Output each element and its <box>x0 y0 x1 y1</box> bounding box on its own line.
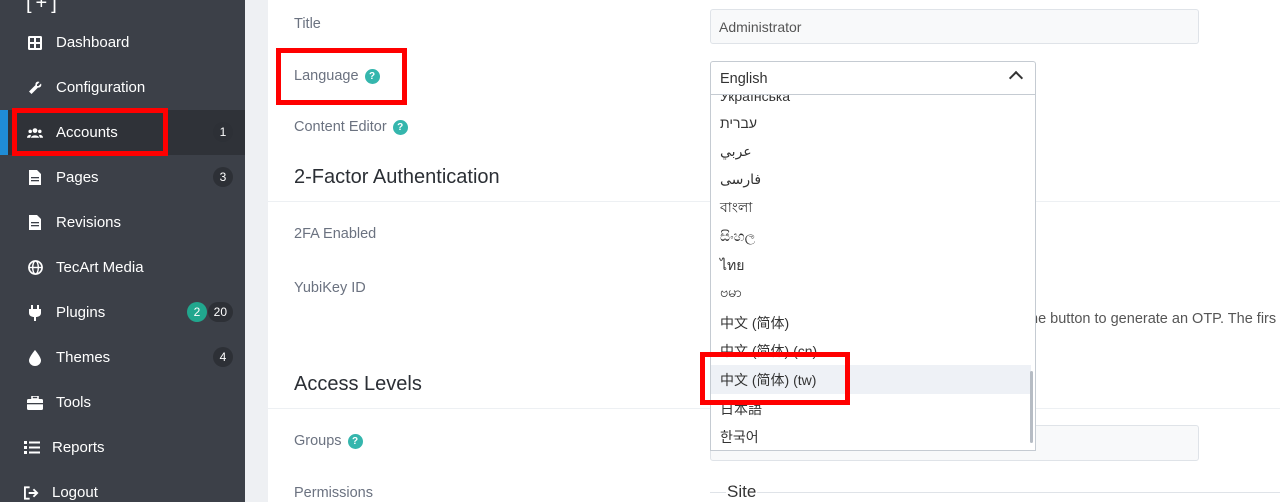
access-levels-section-title: Access Levels <box>294 373 422 395</box>
language-option[interactable]: 中文 (简体) <box>711 308 1031 337</box>
sidebar: [+] Dashboard Configuration Accounts 1 P… <box>0 0 245 502</box>
sidebar-item-revisions[interactable]: Revisions <box>0 200 245 245</box>
sidebar-item-label: Plugins <box>56 304 106 321</box>
annotation-chinese-tw <box>700 352 850 405</box>
language-option[interactable]: عربي <box>711 137 1031 166</box>
language-option[interactable]: فارسی <box>711 165 1031 194</box>
language-option[interactable]: 한국어 <box>711 422 1031 450</box>
page-icon <box>27 170 43 186</box>
sidebar-item-label: Reports <box>52 439 105 456</box>
sidebar-top-glyph[interactable]: [+] <box>26 0 61 15</box>
language-selected-value: English <box>720 70 768 87</box>
sidebar-item-label: Themes <box>56 349 111 366</box>
accounts-count-badge: 1 <box>213 122 233 142</box>
sidebar-item-pages[interactable]: Pages 3 <box>0 155 245 200</box>
dropdown-scrollbar[interactable] <box>1030 371 1033 443</box>
annotation-accounts <box>12 108 168 156</box>
language-option[interactable]: עברית <box>711 108 1031 137</box>
groups-help-icon[interactable]: ? <box>347 434 363 449</box>
title-label: Title <box>294 16 321 32</box>
themes-count-badge: 4 <box>213 347 233 367</box>
sidebar-item-label: Pages <box>56 169 99 186</box>
plugins-updates-badge: 2 <box>187 302 207 322</box>
drop-icon <box>27 349 43 366</box>
language-option[interactable]: සිංහල <box>711 222 1031 251</box>
pages-count-badge: 3 <box>213 167 233 187</box>
wrench-icon <box>27 80 43 96</box>
sidebar-item-tecart-media[interactable]: TecArt Media <box>0 245 245 290</box>
plug-icon <box>27 304 43 321</box>
sidebar-item-label: Tools <box>56 394 92 411</box>
sidebar-item-reports[interactable]: Reports <box>0 425 245 470</box>
sidebar-item-configuration[interactable]: Configuration <box>0 65 245 110</box>
sidebar-item-label: Revisions <box>56 214 122 231</box>
sidebar-item-tools[interactable]: Tools <box>0 380 245 425</box>
content-editor-label: Content Editor? <box>294 119 408 135</box>
globe-icon <box>27 260 43 276</box>
site-fieldset-border <box>710 492 1280 493</box>
logout-icon <box>24 485 40 501</box>
revisions-icon <box>27 215 43 231</box>
yubikey-help-text: he button to generate an OTP. The firs <box>1030 311 1277 327</box>
language-option[interactable]: ไทย <box>711 251 1031 280</box>
sidebar-item-themes[interactable]: Themes 4 <box>0 335 245 380</box>
chevron-up-icon <box>1008 70 1024 86</box>
language-option[interactable]: বাংলা <box>711 193 1031 222</box>
yubikey-label: YubiKey ID <box>294 280 366 296</box>
language-select[interactable]: English <box>710 61 1036 95</box>
site-fieldset-legend: Site <box>726 482 758 502</box>
dashboard-icon <box>27 35 43 51</box>
toolbox-icon <box>27 395 43 411</box>
title-input[interactable]: Administrator <box>710 9 1199 44</box>
twofa-enabled-label: 2FA Enabled <box>294 226 377 242</box>
account-form: Title Administrator Language? Content Ed… <box>268 0 1280 502</box>
sidebar-item-dashboard[interactable]: Dashboard <box>0 20 245 65</box>
sidebar-item-label: TecArt Media <box>56 259 144 276</box>
sidebar-item-label: Configuration <box>56 79 146 96</box>
plugins-count-badge: 20 <box>207 302 233 322</box>
list-icon <box>24 440 40 456</box>
sidebar-item-label: Logout <box>52 484 98 501</box>
sidebar-item-logout[interactable]: Logout <box>0 470 245 502</box>
language-option[interactable]: ဗမာ <box>711 279 1031 308</box>
sidebar-item-label: Dashboard <box>56 34 130 51</box>
annotation-language <box>276 48 407 105</box>
groups-label: Groups? <box>294 433 363 449</box>
permissions-label: Permissions <box>294 485 373 501</box>
content-editor-help-icon[interactable]: ? <box>392 120 408 135</box>
sidebar-item-plugins[interactable]: Plugins 2 20 <box>0 290 245 335</box>
twofa-section-title: 2-Factor Authentication <box>294 166 500 188</box>
